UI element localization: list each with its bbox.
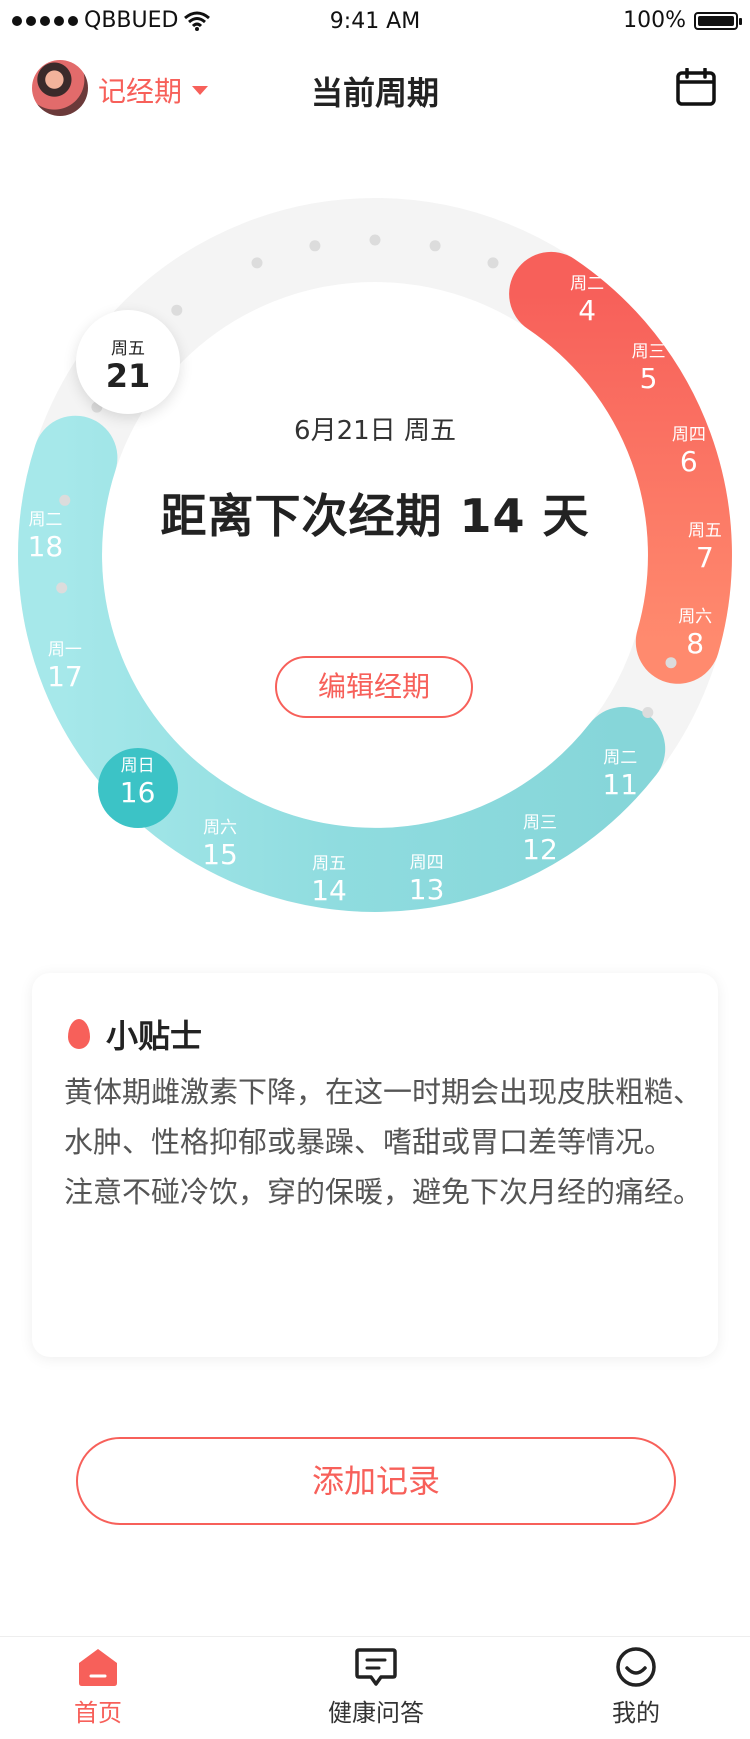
current-date: 6月21日 周五 <box>294 416 456 446</box>
home-icon <box>79 1649 117 1686</box>
tab-label: 首页 <box>74 1699 122 1727</box>
day-number: 8 <box>686 626 705 660</box>
day-number: 15 <box>202 838 238 872</box>
day-weekday: 周一 <box>47 639 82 660</box>
day-weekday: 周日 <box>120 756 155 777</box>
day-weekday: 周三 <box>523 812 557 833</box>
period-day[interactable]: 周六 8 <box>655 607 735 661</box>
add-record-button[interactable]: 添加记录 <box>76 1437 676 1525</box>
tab-label: 我的 <box>612 1699 660 1727</box>
track-dot <box>642 707 654 718</box>
selected-weekday: 周五 <box>111 339 145 359</box>
edit-period-button[interactable]: 编辑经期 <box>275 656 473 718</box>
ovulation-day[interactable]: 周日 16 <box>97 748 178 829</box>
chat-icon <box>355 1648 397 1686</box>
day-weekday: 周六 <box>203 818 238 839</box>
day-number: 11 <box>602 767 639 801</box>
day-number: 4 <box>578 294 597 328</box>
fertile-day[interactable]: 周四 13 <box>387 853 467 907</box>
leaf-icon <box>68 1019 90 1049</box>
day-weekday: 周六 <box>678 606 713 627</box>
fertile-day[interactable]: 周一 17 <box>25 640 105 694</box>
day-number: 14 <box>311 873 347 907</box>
page-title: 当前周期 <box>310 74 439 112</box>
track-dot <box>369 234 381 246</box>
tab-health-qa[interactable]: 健康问答 <box>306 1647 446 1728</box>
fertile-day[interactable]: 周五 14 <box>289 854 369 908</box>
day-weekday: 周二 <box>603 747 638 768</box>
calendar-icon[interactable] <box>676 68 716 106</box>
track-dot <box>56 582 68 594</box>
day-weekday: 周二 <box>570 274 605 295</box>
track-dot <box>251 257 263 269</box>
day-number: 12 <box>522 832 558 866</box>
day-number: 13 <box>408 872 445 906</box>
tips-paragraph: 黄体期雌激素下降，在这一时期会出现皮肤粗糙、水肿、性格抑郁或暴躁、嗜甜或胃口差等… <box>64 1075 703 1159</box>
battery-icon <box>694 11 742 30</box>
day-weekday: 周四 <box>409 852 444 873</box>
tab-profile[interactable]: 我的 <box>566 1647 706 1728</box>
fertile-day[interactable]: 周二 11 <box>580 748 660 802</box>
profile-icon <box>616 1647 656 1687</box>
tips-paragraph: 注意不碰冷饮，穿的保暖，避免下次月经的痛经。 <box>64 1175 703 1209</box>
day-number: 5 <box>639 362 658 396</box>
fertile-day[interactable]: 周六 15 <box>180 818 260 872</box>
period-day[interactable]: 周二 4 <box>547 274 627 328</box>
track-dot <box>309 240 321 252</box>
tab-bar: 首页 健康问答 我的 <box>0 1636 750 1739</box>
tips-body: 黄体期雌激素下降，在这一时期会出现皮肤粗糙、水肿、性格抑郁或暴躁、嗜甜或胃口差等… <box>64 1067 704 1217</box>
day-number: 17 <box>47 659 83 693</box>
tab-home[interactable]: 首页 <box>28 1647 168 1728</box>
battery: 100% <box>623 8 742 33</box>
day-number: 16 <box>119 776 156 810</box>
tips-header: 小贴士 <box>68 1011 202 1057</box>
period-day[interactable]: 周三 5 <box>609 342 689 396</box>
day-number: 6 <box>679 445 698 479</box>
nav-bar: 记经期 当前周期 <box>0 50 750 130</box>
selected-day: 21 <box>105 357 151 395</box>
selected-day-bubble[interactable]: 周五 21 <box>76 310 180 414</box>
fertile-day[interactable]: 周三 12 <box>500 813 580 867</box>
status-bar: QBBUED 9:41 AM 100% <box>0 0 750 44</box>
battery-percent: 100% <box>623 8 686 33</box>
day-weekday: 周五 <box>312 853 347 874</box>
next-period-countdown: 距离下次经期 14 天 <box>160 489 590 543</box>
track-dot <box>487 257 499 269</box>
track-dot <box>429 240 441 252</box>
tab-label: 健康问答 <box>328 1699 424 1727</box>
day-weekday: 周三 <box>631 342 666 363</box>
tips-title: 小贴士 <box>106 1017 203 1055</box>
day-number: 7 <box>696 541 714 575</box>
tips-card: 小贴士 黄体期雌激素下降，在这一时期会出现皮肤粗糙、水肿、性格抑郁或暴躁、嗜甜或… <box>32 973 718 1357</box>
track-dot <box>171 304 183 316</box>
